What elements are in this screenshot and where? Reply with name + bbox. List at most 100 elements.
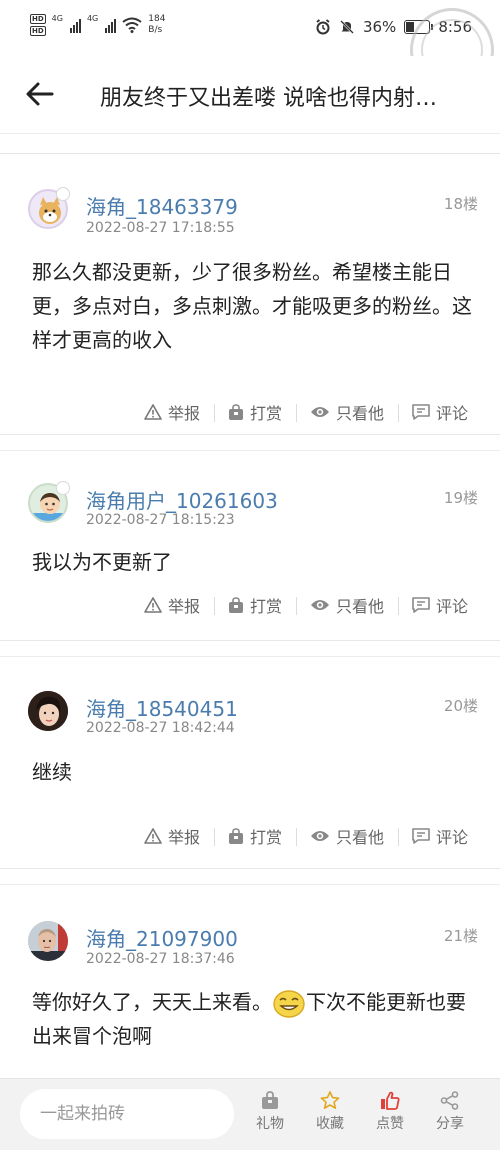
battery-level-fill <box>406 22 414 32</box>
reply-content: 继续 <box>32 760 72 784</box>
status-bar-left: HD HD 4G 4G 184 B/s <box>30 14 165 36</box>
post-time: 2022-08-27 18:37:46 <box>86 951 235 967</box>
comment-icon <box>412 404 430 420</box>
hd-indicators: HD HD <box>30 14 46 36</box>
comment-label: 评论 <box>435 597 468 616</box>
comment-input[interactable] <box>20 1089 234 1139</box>
reward-button[interactable]: 打赏 <box>213 593 296 617</box>
post-time: 2022-08-27 18:15:23 <box>86 512 235 528</box>
like-label: 点赞 <box>376 1116 404 1132</box>
reply-content: 等你好久了，天天上来看。 下次不能更新也要出来冒个泡啊 <box>32 985 472 1053</box>
only-him-button[interactable]: 只看他 <box>295 824 398 848</box>
reward-button[interactable]: 打赏 <box>213 824 296 848</box>
gift-icon <box>262 1091 278 1109</box>
favorite-label: 收藏 <box>316 1116 344 1132</box>
eye-icon <box>310 407 329 417</box>
comment-label: 评论 <box>435 404 468 423</box>
report-button[interactable]: 举报 <box>130 400 214 424</box>
share-label: 分享 <box>436 1116 464 1132</box>
reward-button[interactable]: 打赏 <box>213 400 296 424</box>
smiling-emoji-icon <box>273 989 305 1018</box>
comment-icon <box>412 828 430 844</box>
reply-content: 我以为不更新了 <box>32 550 172 574</box>
favorite-button[interactable]: 收藏 <box>302 1091 358 1133</box>
username[interactable]: 海角_21097900 <box>86 923 238 952</box>
eye-icon <box>310 600 329 610</box>
only-him-label: 只看他 <box>335 404 384 423</box>
reward-label: 打赏 <box>249 404 282 423</box>
battery-percent: 36% <box>362 18 397 36</box>
comment-label: 评论 <box>435 828 468 847</box>
page-title: 朋友终于又出差喽 说啥也得内射… <box>100 86 437 111</box>
wifi-icon <box>122 17 142 33</box>
report-label: 举报 <box>167 404 200 423</box>
bag-icon <box>228 403 243 420</box>
report-button[interactable]: 举报 <box>130 593 214 617</box>
divider <box>0 435 500 451</box>
app-header: 朋友终于又出差喽 说啥也得内射… <box>0 56 500 134</box>
divider <box>0 869 500 885</box>
reply-item: 海角_18540451 2022-08-27 18:42:44 20楼 继续 举… <box>0 657 500 869</box>
mute-icon <box>340 20 354 34</box>
network-speed: 184 B/s <box>148 14 165 36</box>
hd-indicator: HD <box>30 14 46 24</box>
warning-icon <box>144 404 162 420</box>
post-time: 2022-08-27 18:42:44 <box>86 720 235 736</box>
comment-button[interactable]: 评论 <box>397 824 482 848</box>
thumbs-up-icon <box>381 1091 400 1110</box>
comment-button[interactable]: 评论 <box>397 400 482 424</box>
reply-actions: 举报 打赏 只看他 评论 <box>0 397 482 427</box>
reply-actions: 举报 打赏 只看他 评论 <box>0 590 482 620</box>
like-button[interactable]: 点赞 <box>362 1091 418 1133</box>
signal-icon <box>105 17 117 33</box>
reward-label: 打赏 <box>249 597 282 616</box>
network-type-label: 4G <box>86 14 99 23</box>
floor-number: 18楼 <box>443 195 478 213</box>
comment-button[interactable]: 评论 <box>397 593 482 617</box>
alarm-icon <box>316 19 330 35</box>
reply-text: 等你好久了，天天上来看。 <box>32 990 272 1014</box>
network-type-label: 4G <box>51 14 63 23</box>
photo-avatar-icon[interactable] <box>28 921 68 961</box>
level-badge-icon <box>56 187 70 201</box>
bag-icon <box>228 596 243 613</box>
gift-button[interactable]: 礼物 <box>242 1091 298 1133</box>
post-time: 2022-08-27 17:18:55 <box>86 220 235 236</box>
username[interactable]: 海角_18463379 <box>86 191 238 220</box>
hd-indicator: HD <box>30 26 46 36</box>
floor-number: 20楼 <box>443 697 478 715</box>
reply-list: 海角_18463379 2022-08-27 17:18:55 18楼 那么久都… <box>0 155 500 1125</box>
floor-number: 21楼 <box>443 927 478 945</box>
reply-actions: 举报 打赏 只看他 评论 <box>0 821 482 851</box>
reward-label: 打赏 <box>249 828 282 847</box>
bag-icon <box>228 827 243 844</box>
only-him-button[interactable]: 只看他 <box>295 593 398 617</box>
only-him-label: 只看他 <box>335 597 384 616</box>
signal-icon <box>69 17 81 33</box>
eye-icon <box>310 831 329 841</box>
network-speed-value: 184 <box>148 14 166 24</box>
network-speed-unit: B/s <box>148 25 163 35</box>
back-arrow-icon[interactable] <box>22 76 58 112</box>
divider <box>0 134 500 154</box>
gift-label: 礼物 <box>256 1116 284 1132</box>
report-button[interactable]: 举报 <box>130 824 214 848</box>
report-label: 举报 <box>167 597 200 616</box>
warning-icon <box>144 597 162 613</box>
comment-icon <box>412 597 430 613</box>
reply-content: 那么久都没更新，少了很多粉丝。希望楼主能日更，多点对白，多点刺激。才能吸更多的粉… <box>32 260 472 352</box>
report-label: 举报 <box>167 828 200 847</box>
photo-avatar-icon[interactable] <box>28 691 68 731</box>
only-him-label: 只看他 <box>335 828 384 847</box>
share-button[interactable]: 分享 <box>422 1091 478 1133</box>
only-him-button[interactable]: 只看他 <box>295 400 398 424</box>
share-icon <box>440 1091 459 1110</box>
reply-item: 海角_18463379 2022-08-27 17:18:55 18楼 那么久都… <box>0 155 500 435</box>
bottom-action-bar: 礼物 收藏 点赞 分享 <box>0 1078 500 1150</box>
reply-item: 海角用户_10261603 2022-08-27 18:15:23 19楼 我以… <box>0 451 500 641</box>
floor-number: 19楼 <box>443 489 478 507</box>
star-icon <box>320 1091 340 1109</box>
warning-icon <box>144 828 162 844</box>
username[interactable]: 海角用户_10261603 <box>86 485 278 514</box>
username[interactable]: 海角_18540451 <box>86 693 238 722</box>
